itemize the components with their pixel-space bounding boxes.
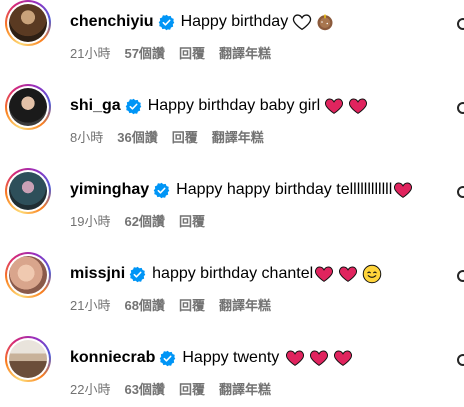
like-heart-icon[interactable] (457, 18, 464, 30)
comment-username[interactable]: yiminghay (70, 181, 149, 199)
comment-text: happy birthday chantel (152, 265, 314, 282)
red-heart-emoji-icon (349, 98, 368, 114)
comment-text: Happy birthday (180, 13, 289, 30)
white-heart-emoji-icon (293, 14, 312, 31)
comment-username[interactable]: chenchiyiu (70, 13, 154, 31)
like-heart-icon[interactable] (457, 270, 464, 282)
comment-time: 21小時 (70, 298, 111, 313)
comment-item: missjni happy birthday chantel 21小時 68個讚… (0, 252, 464, 332)
comment-likes[interactable]: 68個讚 (124, 295, 164, 314)
red-heart-emoji-icon (394, 182, 413, 198)
comment-likes[interactable]: 62個讚 (124, 211, 164, 230)
verified-badge-icon (160, 350, 176, 366)
translate-button[interactable]: 翻譯年糕 (219, 379, 271, 398)
red-heart-emoji-icon (310, 350, 329, 366)
verified-badge-icon (129, 266, 146, 282)
comment-item: chenchiyiu Happy birthday 21小時 57個讚 回覆 翻… (0, 0, 464, 80)
comment-text: Happy happy birthday tellllllllllll (176, 181, 393, 198)
translate-button[interactable]: 翻譯年糕 (212, 127, 264, 146)
translate-button[interactable]: 翻譯年糕 (219, 295, 271, 314)
comment-time: 8小時 (70, 130, 104, 145)
red-heart-emoji-icon (315, 266, 334, 282)
avatar[interactable] (5, 336, 51, 382)
reply-button[interactable]: 回覆 (179, 211, 205, 230)
comment-username[interactable]: missjni (70, 265, 125, 283)
comment-likes[interactable]: 36個讚 (117, 127, 157, 146)
comment-text: Happy twenty (182, 349, 280, 366)
reply-button[interactable]: 回覆 (179, 295, 205, 314)
avatar[interactable] (5, 84, 51, 130)
smiling-face-emoji-icon (362, 264, 382, 284)
reply-button[interactable]: 回覆 (172, 127, 198, 146)
translate-button[interactable]: 翻譯年糕 (219, 43, 271, 62)
verified-badge-icon (125, 98, 141, 114)
red-heart-emoji-icon (286, 350, 305, 366)
avatar[interactable] (5, 0, 51, 46)
red-heart-emoji-icon (334, 350, 353, 366)
red-heart-emoji-icon (325, 98, 344, 114)
comment-likes[interactable]: 57個讚 (124, 43, 164, 62)
avatar[interactable] (5, 252, 51, 298)
cake-emoji-icon (317, 14, 333, 31)
comment-time: 21小時 (70, 46, 111, 61)
comment-time: 19小時 (70, 214, 111, 229)
comment-item: konniecrab Happy twenty 22小時 63個讚 回覆 翻譯年… (0, 336, 464, 407)
verified-badge-icon (153, 182, 170, 198)
reply-button[interactable]: 回覆 (179, 43, 205, 62)
red-heart-emoji-icon (339, 266, 358, 282)
verified-badge-icon (158, 14, 174, 30)
avatar[interactable] (5, 168, 51, 214)
like-heart-icon[interactable] (457, 102, 464, 114)
reply-button[interactable]: 回覆 (179, 379, 205, 398)
like-heart-icon[interactable] (457, 354, 464, 366)
comment-text: Happy birthday baby girl (147, 97, 321, 114)
like-heart-icon[interactable] (457, 186, 464, 198)
comment-item: shi_ga Happy birthday baby girl 8小時 36個讚… (0, 84, 464, 164)
comment-username[interactable]: konniecrab (70, 349, 155, 367)
comment-username[interactable]: shi_ga (70, 97, 121, 115)
comment-item: yiminghay Happy happy birthday telllllll… (0, 168, 464, 248)
comment-likes[interactable]: 63個讚 (124, 379, 164, 398)
comment-time: 22小時 (70, 382, 111, 397)
